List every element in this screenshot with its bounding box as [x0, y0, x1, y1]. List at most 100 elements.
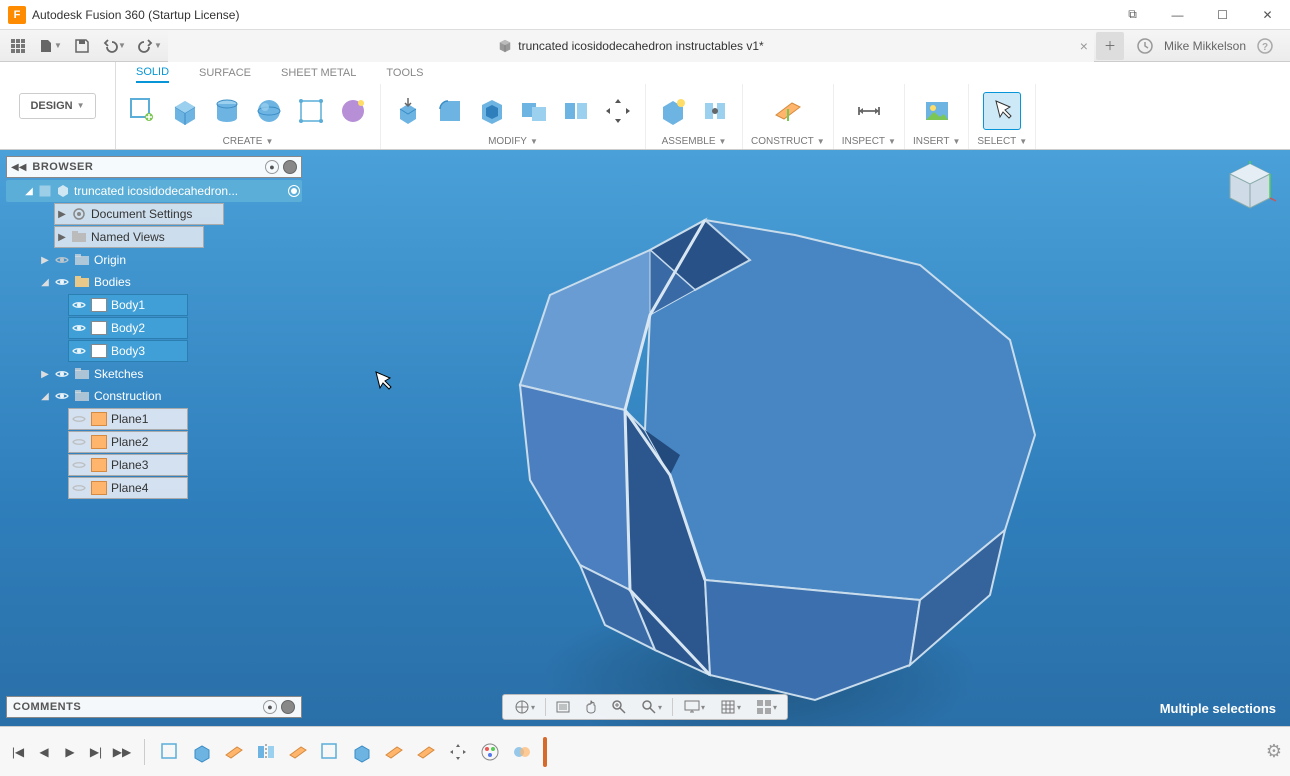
- expand-icon[interactable]: ▶: [40, 255, 50, 266]
- user-name[interactable]: Mike Mikkelson: [1164, 39, 1246, 53]
- timeline-prev-icon[interactable]: ◀: [34, 742, 54, 762]
- workspace-switcher[interactable]: DESIGN▼: [0, 62, 116, 149]
- tree-origin[interactable]: ▶ Origin: [38, 249, 302, 271]
- press-pull-icon[interactable]: [389, 92, 427, 130]
- save-icon[interactable]: [68, 32, 96, 60]
- visibility-off-icon[interactable]: [71, 457, 87, 473]
- browser-options-icon[interactable]: ●: [265, 160, 279, 174]
- timeline-end-icon[interactable]: ▶▶: [112, 742, 132, 762]
- tree-plane1[interactable]: Plane1: [68, 408, 188, 430]
- collapse-icon[interactable]: ◀◀: [11, 162, 26, 173]
- feature-extrude-icon[interactable]: [189, 739, 215, 765]
- window-minimize-icon[interactable]: —: [1155, 0, 1200, 30]
- feature-plane-icon[interactable]: [381, 739, 407, 765]
- visibility-on-icon[interactable]: [71, 297, 87, 313]
- tree-body2[interactable]: Body2: [68, 317, 188, 339]
- tab-surface[interactable]: SURFACE: [199, 64, 251, 82]
- viewcube[interactable]: [1222, 158, 1278, 214]
- grid-menu-icon[interactable]: [4, 32, 32, 60]
- split-icon[interactable]: [557, 92, 595, 130]
- visibility-on-icon[interactable]: [71, 343, 87, 359]
- torus-tool-icon[interactable]: [292, 92, 330, 130]
- comments-add-icon[interactable]: ●: [263, 700, 277, 714]
- form-tool-icon[interactable]: [334, 92, 372, 130]
- move-icon[interactable]: [599, 92, 637, 130]
- redo-icon[interactable]: ▼: [132, 32, 168, 60]
- feature-mirror-icon[interactable]: [253, 739, 279, 765]
- visibility-on-icon[interactable]: [71, 320, 87, 336]
- activate-radio-icon[interactable]: [288, 185, 300, 197]
- feature-move-icon[interactable]: [445, 739, 471, 765]
- close-tab-icon[interactable]: ×: [1080, 38, 1088, 54]
- expand-icon[interactable]: ◢: [40, 391, 50, 402]
- orbit-icon[interactable]: ▾: [507, 696, 541, 718]
- timeline-marker[interactable]: [543, 737, 547, 767]
- new-tab-button[interactable]: ＋: [1096, 32, 1124, 60]
- tree-bodies[interactable]: ◢ Bodies: [38, 271, 302, 293]
- look-at-icon[interactable]: [550, 696, 576, 718]
- tab-tools[interactable]: TOOLS: [386, 64, 423, 82]
- extensions-icon[interactable]: [1134, 35, 1156, 57]
- tree-document-settings[interactable]: ▶ Document Settings: [54, 203, 224, 225]
- undo-icon[interactable]: ▼: [96, 32, 132, 60]
- tree-sketches[interactable]: ▶ Sketches: [38, 363, 302, 385]
- tree-construction[interactable]: ◢ Construction: [38, 385, 302, 407]
- feature-plane-icon[interactable]: [285, 739, 311, 765]
- expand-icon[interactable]: ▶: [57, 232, 67, 243]
- feature-plane-icon[interactable]: [221, 739, 247, 765]
- feature-appearance-icon[interactable]: [477, 739, 503, 765]
- viewport-layout-icon[interactable]: ▾: [749, 696, 783, 718]
- tree-body3[interactable]: Body3: [68, 340, 188, 362]
- window-close-icon[interactable]: ✕: [1245, 0, 1290, 30]
- visibility-off-icon[interactable]: [71, 480, 87, 496]
- document-tab[interactable]: truncated icosidodecahedron instructable…: [168, 30, 1094, 62]
- sphere-tool-icon[interactable]: [250, 92, 288, 130]
- feature-sketch-icon[interactable]: [317, 739, 343, 765]
- timeline-next-icon[interactable]: ▶|: [86, 742, 106, 762]
- zoom-icon[interactable]: [606, 696, 632, 718]
- comments-expand-icon[interactable]: [281, 700, 295, 714]
- browser-header[interactable]: ◀◀ BROWSER ●: [6, 156, 302, 178]
- feature-plane-icon[interactable]: [413, 739, 439, 765]
- visibility-off-icon[interactable]: [71, 411, 87, 427]
- visibility-on-icon[interactable]: [54, 366, 70, 382]
- expand-icon[interactable]: ▶: [40, 369, 50, 380]
- fillet-icon[interactable]: [431, 92, 469, 130]
- tree-root[interactable]: ◢ truncated icosidodecahedron...: [6, 180, 302, 202]
- window-maximize-icon[interactable]: ☐: [1200, 0, 1245, 30]
- help-icon[interactable]: ?: [1254, 35, 1276, 57]
- display-settings-icon[interactable]: ▾: [677, 696, 711, 718]
- tab-solid[interactable]: SOLID: [136, 63, 169, 83]
- grid-settings-icon[interactable]: ▾: [713, 696, 747, 718]
- comments-panel[interactable]: COMMENTS ●: [6, 696, 302, 718]
- expand-icon[interactable]: ◢: [40, 277, 50, 288]
- feature-extrude-icon[interactable]: [349, 739, 375, 765]
- visibility-off-icon[interactable]: [54, 252, 70, 268]
- tree-named-views[interactable]: ▶ Named Views: [54, 226, 204, 248]
- visibility-on-icon[interactable]: [54, 388, 70, 404]
- visibility-on-icon[interactable]: [54, 274, 70, 290]
- zoom-window-icon[interactable]: ▾: [634, 696, 668, 718]
- tree-plane2[interactable]: Plane2: [68, 431, 188, 453]
- pan-icon[interactable]: [578, 696, 604, 718]
- box-tool-icon[interactable]: [166, 92, 204, 130]
- new-component-icon[interactable]: [654, 92, 692, 130]
- window-restore-icon[interactable]: ⧉: [1110, 0, 1155, 30]
- expand-icon[interactable]: ◢: [24, 186, 34, 197]
- tree-plane4[interactable]: Plane4: [68, 477, 188, 499]
- measure-icon[interactable]: [850, 92, 888, 130]
- construct-plane-icon[interactable]: [769, 92, 807, 130]
- model-geometry[interactable]: [480, 195, 1040, 705]
- timeline-settings-icon[interactable]: ⚙: [1266, 741, 1282, 762]
- tree-body1[interactable]: Body1: [68, 294, 188, 316]
- shell-icon[interactable]: [473, 92, 511, 130]
- timeline-start-icon[interactable]: |◀: [8, 742, 28, 762]
- insert-icon[interactable]: [918, 92, 956, 130]
- visibility-off-icon[interactable]: [71, 434, 87, 450]
- sketch-tool-icon[interactable]: [124, 92, 162, 130]
- select-tool-icon[interactable]: [983, 92, 1021, 130]
- viewport-3d[interactable]: ◀◀ BROWSER ● ◢ truncated icosidodecahedr…: [0, 150, 1290, 726]
- feature-sketch-icon[interactable]: [157, 739, 183, 765]
- joint-icon[interactable]: [696, 92, 734, 130]
- file-menu-icon[interactable]: ▼: [32, 32, 68, 60]
